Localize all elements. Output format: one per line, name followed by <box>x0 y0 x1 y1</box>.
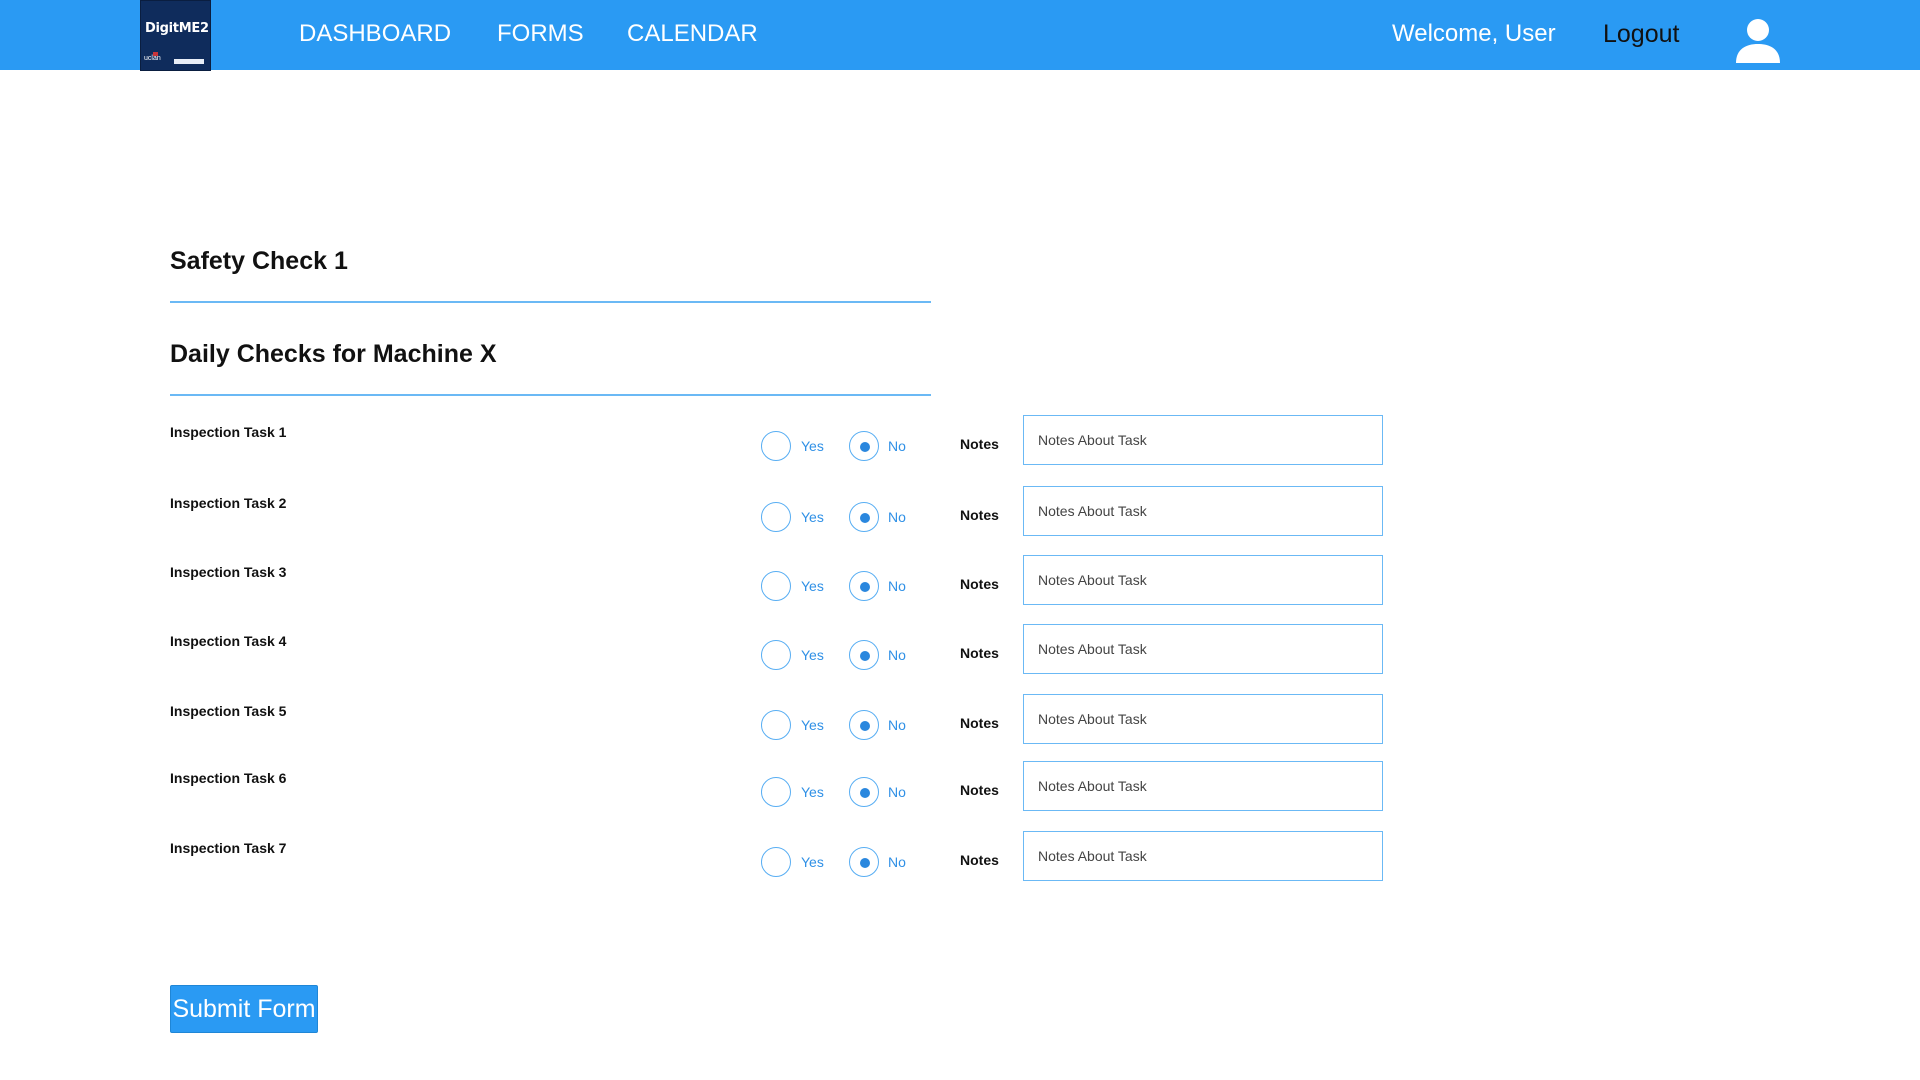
notes-label: Notes <box>960 782 999 798</box>
yes-label: Yes <box>801 647 824 663</box>
no-label: No <box>888 784 906 800</box>
notes-input[interactable] <box>1023 415 1383 465</box>
yes-label: Yes <box>801 717 824 733</box>
no-label: No <box>888 717 906 733</box>
notes-label: Notes <box>960 436 999 452</box>
task-label: Inspection Task 2 <box>170 495 287 511</box>
task-label: Inspection Task 1 <box>170 424 287 440</box>
yes-label: Yes <box>801 784 824 800</box>
user-avatar-icon[interactable] <box>1734 17 1782 65</box>
yes-radio[interactable] <box>761 571 791 601</box>
logo-text: DigitME2 <box>145 21 209 36</box>
yes-label: Yes <box>801 578 824 594</box>
task-label: Inspection Task 5 <box>170 703 287 719</box>
notes-input[interactable] <box>1023 624 1383 674</box>
yes-radio[interactable] <box>761 640 791 670</box>
yes-radio[interactable] <box>761 431 791 461</box>
notes-label: Notes <box>960 715 999 731</box>
welcome-text: Welcome, User <box>1392 20 1556 47</box>
logo-partner-bar <box>174 59 204 64</box>
yes-label: Yes <box>801 509 824 525</box>
task-label: Inspection Task 7 <box>170 840 287 856</box>
task-row: Inspection Task 5 Yes No Notes <box>0 694 1920 754</box>
no-radio[interactable] <box>849 640 879 670</box>
logout-link[interactable]: Logout <box>1603 20 1679 48</box>
notes-label: Notes <box>960 576 999 592</box>
logo-sub-text: uclan <box>144 55 161 62</box>
notes-label: Notes <box>960 507 999 523</box>
notes-label: Notes <box>960 645 999 661</box>
yes-radio[interactable] <box>761 847 791 877</box>
task-label: Inspection Task 6 <box>170 770 287 786</box>
no-radio[interactable] <box>849 777 879 807</box>
notes-input[interactable] <box>1023 831 1383 881</box>
notes-input[interactable] <box>1023 555 1383 605</box>
form-subtitle: Daily Checks for Machine X <box>170 340 497 368</box>
notes-input[interactable] <box>1023 761 1383 811</box>
no-radio[interactable] <box>849 710 879 740</box>
yes-label: Yes <box>801 854 824 870</box>
no-label: No <box>888 438 906 454</box>
task-label: Inspection Task 3 <box>170 564 287 580</box>
title-divider <box>170 301 931 303</box>
nav-forms[interactable]: FORMS <box>497 20 584 48</box>
yes-radio[interactable] <box>761 502 791 532</box>
notes-input[interactable] <box>1023 694 1383 744</box>
no-label: No <box>888 509 906 525</box>
task-label: Inspection Task 4 <box>170 633 287 649</box>
form-title: Safety Check 1 <box>170 247 348 275</box>
submit-form-button[interactable]: Submit Form <box>170 985 318 1033</box>
yes-radio[interactable] <box>761 777 791 807</box>
no-radio[interactable] <box>849 847 879 877</box>
no-radio[interactable] <box>849 502 879 532</box>
no-radio[interactable] <box>849 571 879 601</box>
yes-radio[interactable] <box>761 710 791 740</box>
no-label: No <box>888 647 906 663</box>
task-row: Inspection Task 1 Yes No Notes <box>0 415 1920 475</box>
task-row: Inspection Task 3 Yes No Notes <box>0 555 1920 615</box>
digitme2-logo[interactable]: DigitME2 uclan <box>140 0 211 71</box>
notes-input[interactable] <box>1023 486 1383 536</box>
nav-calendar[interactable]: CALENDAR <box>627 20 758 48</box>
top-navbar: DigitME2 uclan DASHBOARD FORMS CALENDAR … <box>0 0 1920 71</box>
subtitle-divider <box>170 394 931 396</box>
task-row: Inspection Task 7 Yes No Notes <box>0 831 1920 891</box>
logo-red-mark <box>153 52 158 56</box>
task-row: Inspection Task 2 Yes No Notes <box>0 486 1920 546</box>
logo-partner-strip: uclan <box>144 52 207 67</box>
no-label: No <box>888 578 906 594</box>
nav-dashboard[interactable]: DASHBOARD <box>299 20 451 48</box>
yes-label: Yes <box>801 438 824 454</box>
task-row: Inspection Task 6 Yes No Notes <box>0 761 1920 821</box>
no-radio[interactable] <box>849 431 879 461</box>
notes-label: Notes <box>960 852 999 868</box>
no-label: No <box>888 854 906 870</box>
task-row: Inspection Task 4 Yes No Notes <box>0 624 1920 684</box>
